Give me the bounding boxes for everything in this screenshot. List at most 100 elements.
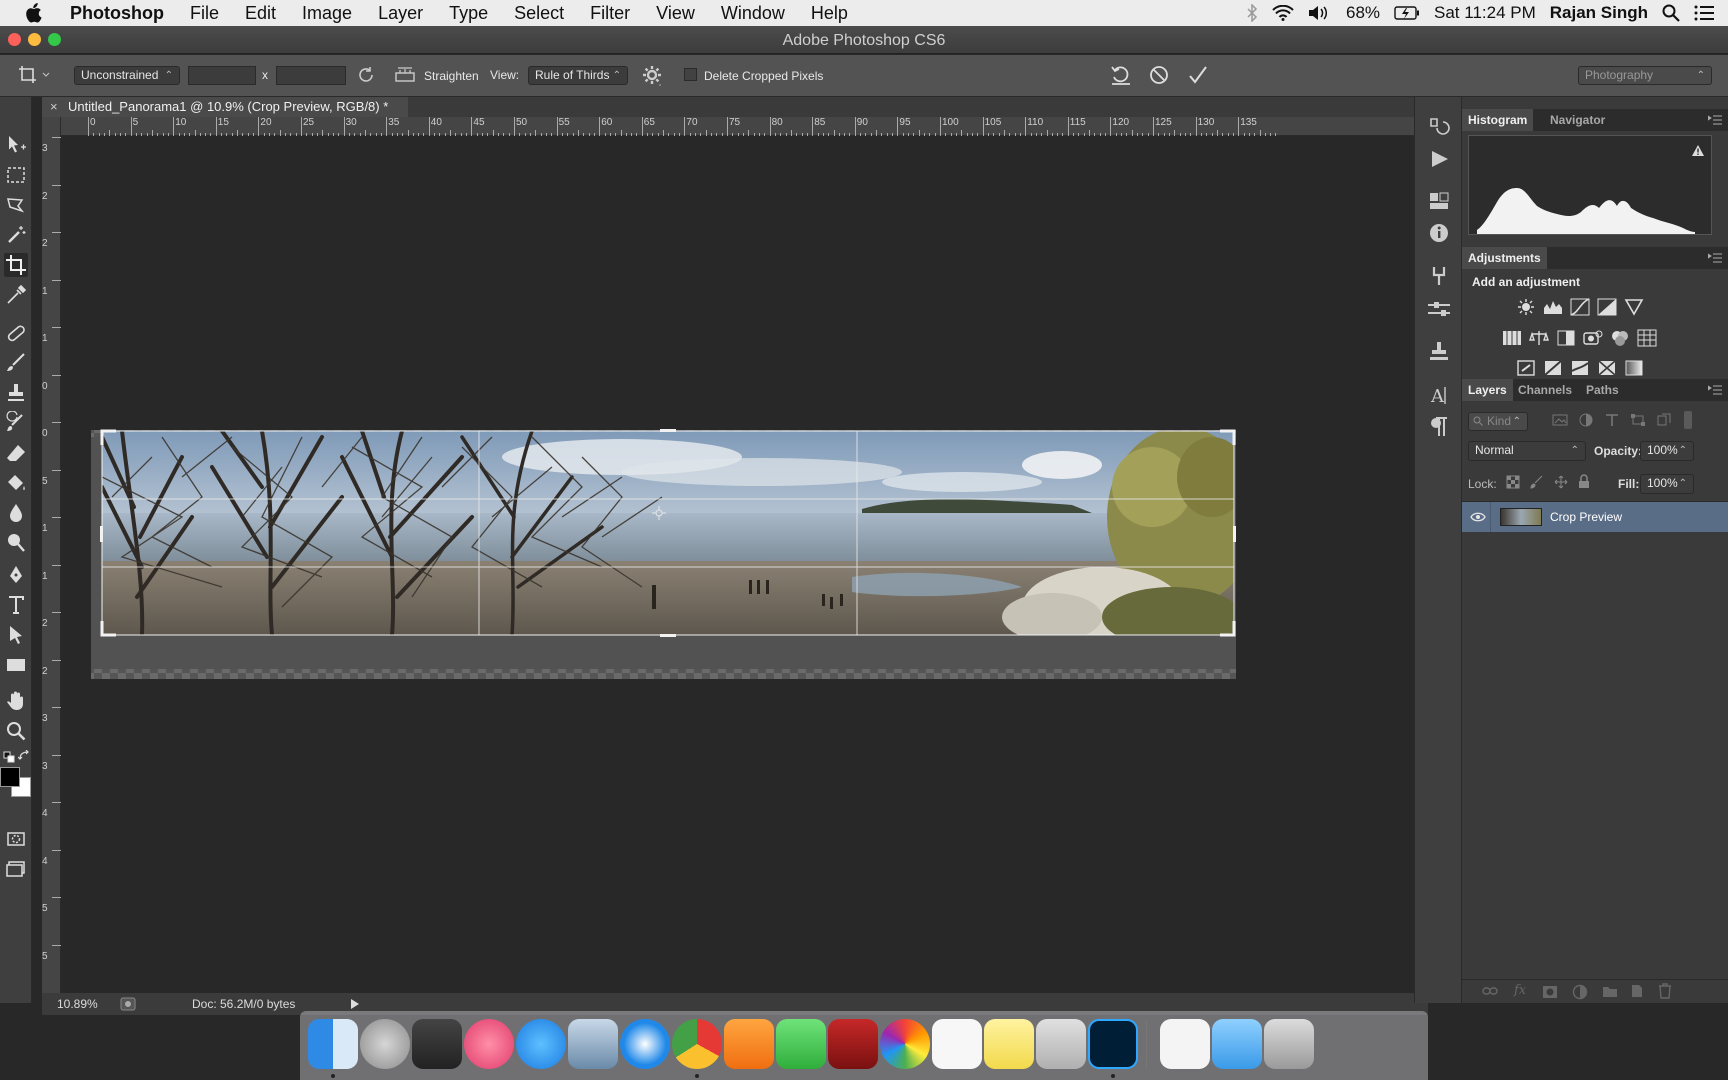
move-tool-icon[interactable] (4, 133, 28, 157)
vertical-ruler[interactable]: 3 2 2 1 1 0 0 5 1 1 2 2 3 3 4 4 5 5 (42, 117, 61, 993)
swap-rotate-icon[interactable] (356, 65, 376, 85)
downloads-folder-dock-icon[interactable] (1212, 1019, 1262, 1069)
finder-dock-icon[interactable] (308, 1019, 358, 1069)
gradient-map-icon[interactable] (1624, 359, 1644, 377)
tab-paths[interactable]: Paths (1580, 379, 1625, 401)
tab-layers[interactable]: Layers (1462, 379, 1513, 401)
filter-pixel-icon[interactable] (1552, 413, 1568, 427)
levels-icon[interactable] (1543, 298, 1563, 316)
marquee-tool-icon[interactable] (4, 163, 28, 187)
chrome-dock-icon[interactable] (672, 1019, 722, 1069)
trash-dock-icon[interactable] (1264, 1019, 1314, 1069)
color-lookup-icon[interactable] (1637, 329, 1657, 347)
character-panel-icon[interactable]: A (1426, 383, 1452, 407)
link-layers-icon[interactable] (1482, 985, 1498, 997)
zoom-level[interactable]: 10.89% (57, 997, 98, 1011)
menu-edit[interactable]: Edit (245, 3, 276, 24)
height-input[interactable] (276, 66, 346, 85)
ratio-select[interactable]: Unconstrained (74, 66, 180, 85)
eraser-tool-icon[interactable] (4, 441, 28, 465)
new-adjustment-layer-icon[interactable] (1572, 984, 1588, 1000)
menu-select[interactable]: Select (514, 3, 564, 24)
swap-colors-icon[interactable] (18, 750, 30, 762)
tab-channels[interactable]: Channels (1512, 379, 1578, 401)
brush-tool-icon[interactable] (4, 351, 28, 375)
fill-input[interactable]: 100% (1640, 474, 1694, 494)
reset-crop-icon[interactable] (1110, 64, 1132, 86)
battery-icon[interactable] (1394, 6, 1420, 20)
default-colors-icon[interactable] (3, 751, 15, 763)
eyedropper-tool-icon[interactable] (4, 283, 28, 307)
menu-layer[interactable]: Layer (378, 3, 423, 24)
crop-tool-preset-icon[interactable] (18, 65, 52, 85)
filter-shape-icon[interactable] (1630, 413, 1646, 427)
notification-center-icon[interactable] (1694, 5, 1714, 21)
workspace-select[interactable]: Photography (1578, 66, 1712, 85)
mail-dock-icon[interactable] (568, 1019, 618, 1069)
menu-image[interactable]: Image (302, 3, 352, 24)
lock-all-icon[interactable] (1578, 474, 1590, 489)
lasso-tool-icon[interactable] (4, 193, 28, 217)
app-store-dock-icon[interactable] (516, 1019, 566, 1069)
horizontal-ruler[interactable]: 0 5 10 15 20 25 30 35 40 45 50 55 60 65 70 75 80 85 90 95 10… (42, 117, 1414, 136)
photos-dock-icon[interactable] (880, 1019, 930, 1069)
color-balance-icon[interactable] (1529, 329, 1549, 347)
status-menu-arrow-icon[interactable] (350, 998, 360, 1010)
menu-app-name[interactable]: Photoshop (70, 3, 164, 24)
lock-position-icon[interactable] (1554, 475, 1568, 489)
apple-menu-icon[interactable] (24, 3, 46, 23)
histogram-panel-menu-icon[interactable] (1708, 115, 1722, 125)
document-stack-dock-icon[interactable] (1160, 1019, 1210, 1069)
crop-tool-icon[interactable] (4, 253, 28, 277)
foreground-color-swatch[interactable] (0, 767, 20, 787)
exposure-icon[interactable] (1597, 298, 1617, 316)
curves-icon[interactable] (1570, 298, 1590, 316)
delete-cropped-pixels-label[interactable]: Delete Cropped Pixels (704, 69, 823, 83)
screen-mode-icon[interactable] (4, 857, 28, 881)
tab-histogram[interactable]: Histogram (1462, 109, 1534, 131)
adjustments-panel-menu-icon[interactable] (1708, 253, 1722, 263)
info-panel-icon[interactable] (1426, 221, 1452, 245)
straighten-icon[interactable] (394, 65, 416, 85)
spotlight-search-icon[interactable] (1662, 4, 1680, 22)
invert-icon[interactable] (1516, 359, 1536, 377)
filter-type-icon[interactable] (1604, 413, 1620, 427)
photo-booth-dock-icon[interactable] (828, 1019, 878, 1069)
photoshop-dock-icon[interactable] (1088, 1019, 1138, 1069)
rectangle-tool-icon[interactable] (4, 653, 28, 677)
layer-thumbnail[interactable] (1500, 508, 1542, 526)
filter-smart-object-icon[interactable] (1656, 413, 1672, 427)
launchpad-dock-icon[interactable] (360, 1019, 410, 1069)
brush-panel-icon[interactable] (1426, 297, 1452, 321)
brightness-contrast-icon[interactable] (1516, 298, 1536, 316)
channel-mixer-icon[interactable] (1610, 329, 1630, 347)
menu-filter[interactable]: Filter (590, 3, 630, 24)
healing-brush-tool-icon[interactable] (4, 321, 28, 345)
menu-window[interactable]: Window (721, 3, 785, 24)
delete-layer-trash-icon[interactable] (1658, 983, 1672, 999)
width-input[interactable] (188, 66, 256, 85)
vibrance-icon[interactable] (1624, 298, 1644, 316)
menu-view[interactable]: View (656, 3, 695, 24)
properties-panel-icon[interactable] (1426, 189, 1452, 213)
menu-help[interactable]: Help (811, 3, 848, 24)
quick-mask-icon[interactable] (4, 827, 28, 851)
safari-dock-icon[interactable] (620, 1019, 670, 1069)
layer-visibility-eye-icon[interactable] (1470, 511, 1486, 523)
cancel-crop-icon[interactable] (1148, 64, 1170, 86)
preview-dock-icon[interactable] (1036, 1019, 1086, 1069)
clone-stamp-tool-icon[interactable] (4, 381, 28, 405)
zoom-tool-icon[interactable] (4, 719, 28, 743)
menu-file[interactable]: File (190, 3, 219, 24)
tab-navigator[interactable]: Navigator (1544, 109, 1611, 131)
notes-dock-icon[interactable] (984, 1019, 1034, 1069)
tab-adjustments[interactable]: Adjustments (1462, 247, 1547, 269)
straighten-label[interactable]: Straighten (424, 69, 479, 83)
layer-style-fx-icon[interactable]: fx (1514, 983, 1526, 998)
new-group-folder-icon[interactable] (1602, 984, 1618, 998)
filter-adjustment-icon[interactable] (1578, 413, 1594, 427)
threshold-icon[interactable] (1570, 359, 1590, 377)
history-brush-tool-icon[interactable] (4, 411, 28, 435)
black-white-icon[interactable] (1556, 329, 1576, 347)
layer-name[interactable]: Crop Preview (1550, 510, 1622, 524)
